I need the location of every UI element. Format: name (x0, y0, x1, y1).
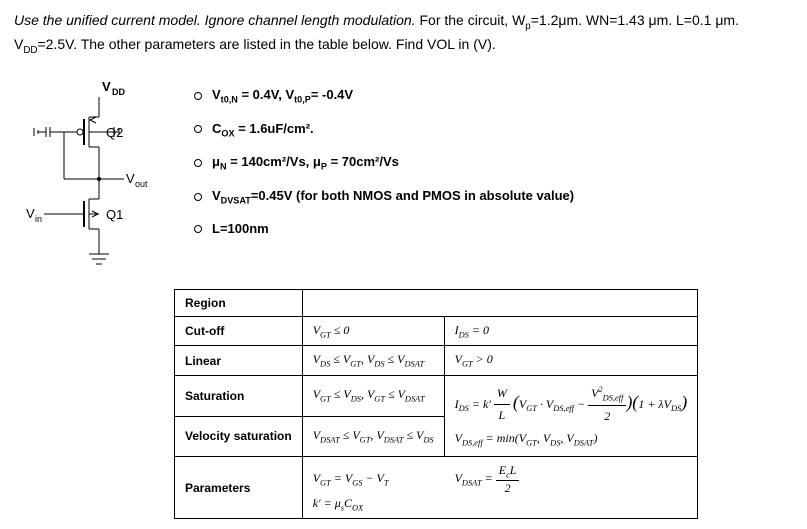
param-mu: μN = 140cm²/Vs, μP = 70cm²/Vs (194, 154, 574, 172)
bullet-icon (194, 92, 202, 100)
region-table: Region Cut-off VGT ≤ 0 IDS = 0 Linear VD… (174, 289, 698, 519)
svg-text:out: out (135, 179, 148, 189)
bullet-icon (194, 159, 202, 167)
bullet-icon (194, 125, 202, 133)
table-row: Parameters VGT = VGS − VT VDSAT = EcL2 k… (175, 457, 698, 519)
svg-text:DD: DD (112, 87, 125, 97)
param-l: L=100nm (194, 221, 574, 236)
bullet-icon (194, 193, 202, 201)
svg-text:in: in (35, 214, 42, 224)
problem-statement: Use the unified current model. Ignore ch… (14, 10, 793, 59)
instruction-italic: Use the unified current model. Ignore ch… (14, 12, 416, 28)
svg-text:V: V (26, 206, 35, 221)
circuit-diagram: V DD Q2 (14, 79, 174, 289)
table-row: Cut-off VGT ≤ 0 IDS = 0 (175, 316, 698, 345)
param-cox: COX = 1.6uF/cm². (194, 121, 574, 139)
table-header-region: Region (175, 289, 303, 316)
svg-text:Q1: Q1 (106, 207, 123, 222)
table-row: Saturation VGT ≤ VDS, VGT ≤ VDSAT IDS = … (175, 375, 698, 416)
param-vt0: Vt0,N = 0.4V, Vt0,P= -0.4V (194, 87, 574, 105)
svg-text:V: V (126, 171, 135, 186)
bullet-icon (194, 225, 202, 233)
parameter-list: Vt0,N = 0.4V, Vt0,P= -0.4V COX = 1.6uF/c… (194, 79, 574, 252)
svg-text:V: V (102, 79, 111, 94)
param-vdsat: VDVSAT=0.45V (for both NMOS and PMOS in … (194, 188, 574, 206)
table-row: Linear VDS ≤ VGT, VDS ≤ VDSAT VGT > 0 (175, 346, 698, 375)
svg-text:Q2: Q2 (106, 125, 123, 140)
